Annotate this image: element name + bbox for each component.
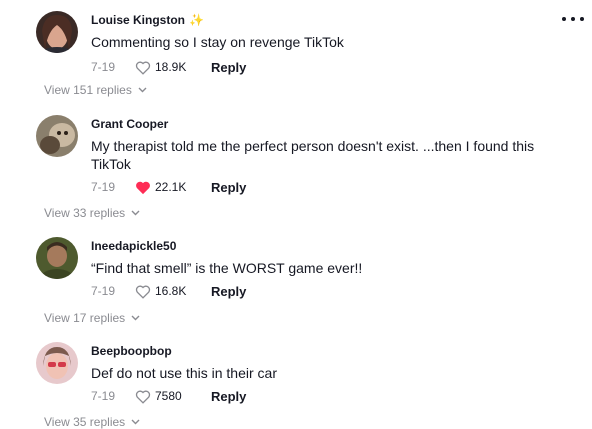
like-button[interactable]: 22.1K — [135, 180, 205, 195]
username-label[interactable]: Beepboopbop — [91, 344, 172, 358]
comment-text: Commenting so I stay on revenge TikTok — [91, 34, 344, 50]
view-replies-button[interactable]: View 35 replies — [44, 415, 140, 429]
view-replies-button[interactable]: View 151 replies — [44, 83, 147, 97]
view-replies-button[interactable]: View 17 replies — [44, 311, 140, 325]
chevron-down-icon — [131, 210, 140, 216]
username[interactable]: Louise Kingston ✨ — [91, 13, 204, 27]
reply-button[interactable]: Reply — [211, 284, 246, 299]
view-replies-label: View 35 replies — [44, 415, 126, 429]
comment-text: Def do not use this in their car — [91, 365, 277, 381]
view-replies-label: View 151 replies — [44, 83, 132, 97]
like-count: 16.8K — [155, 284, 187, 298]
chevron-down-icon — [131, 315, 140, 321]
sparkle-icon: ✨ — [189, 13, 204, 27]
avatar[interactable] — [36, 115, 78, 157]
heart-outline-icon — [135, 390, 151, 404]
like-button[interactable]: 7580 — [135, 389, 205, 404]
view-replies-label: View 33 replies — [44, 206, 126, 220]
reply-button[interactable]: Reply — [211, 389, 246, 404]
heart-outline-icon — [135, 61, 151, 75]
like-count: 18.9K — [155, 60, 187, 74]
heart-outline-icon — [135, 285, 151, 299]
username[interactable]: Grant Cooper — [91, 117, 168, 131]
heart-filled-icon — [136, 181, 150, 194]
like-button[interactable]: 16.8K — [135, 284, 205, 299]
avatar[interactable] — [36, 11, 78, 53]
comment-date: 7-19 — [91, 180, 116, 194]
username-label[interactable]: Grant Cooper — [91, 117, 168, 131]
comment-date: 7-19 — [91, 389, 116, 403]
reply-button[interactable]: Reply — [211, 60, 246, 75]
comment-text: “Find that smell” is the WORST game ever… — [91, 260, 363, 276]
chevron-down-icon — [131, 419, 140, 425]
comment-date: 7-19 — [91, 284, 116, 298]
comment-text: My therapist told me the perfect person … — [91, 138, 535, 172]
chevron-down-icon — [138, 87, 147, 93]
like-count: 7580 — [155, 389, 182, 403]
username-label[interactable]: Louise Kingston — [91, 13, 185, 27]
view-replies-label: View 17 replies — [44, 311, 126, 325]
more-options-button[interactable] — [562, 12, 584, 26]
more-dot-icon — [562, 17, 566, 21]
avatar[interactable] — [36, 237, 78, 279]
username-label[interactable]: Ineedapickle50 — [91, 239, 176, 253]
like-count: 22.1K — [155, 180, 187, 194]
avatar[interactable] — [36, 342, 78, 384]
more-dot-icon — [580, 17, 584, 21]
reply-button[interactable]: Reply — [211, 180, 246, 195]
username[interactable]: Ineedapickle50 — [91, 239, 176, 253]
like-button[interactable]: 18.9K — [135, 60, 205, 75]
view-replies-button[interactable]: View 33 replies — [44, 206, 140, 220]
username[interactable]: Beepboopbop — [91, 344, 172, 358]
more-dot-icon — [571, 17, 575, 21]
comment-date: 7-19 — [91, 60, 116, 74]
